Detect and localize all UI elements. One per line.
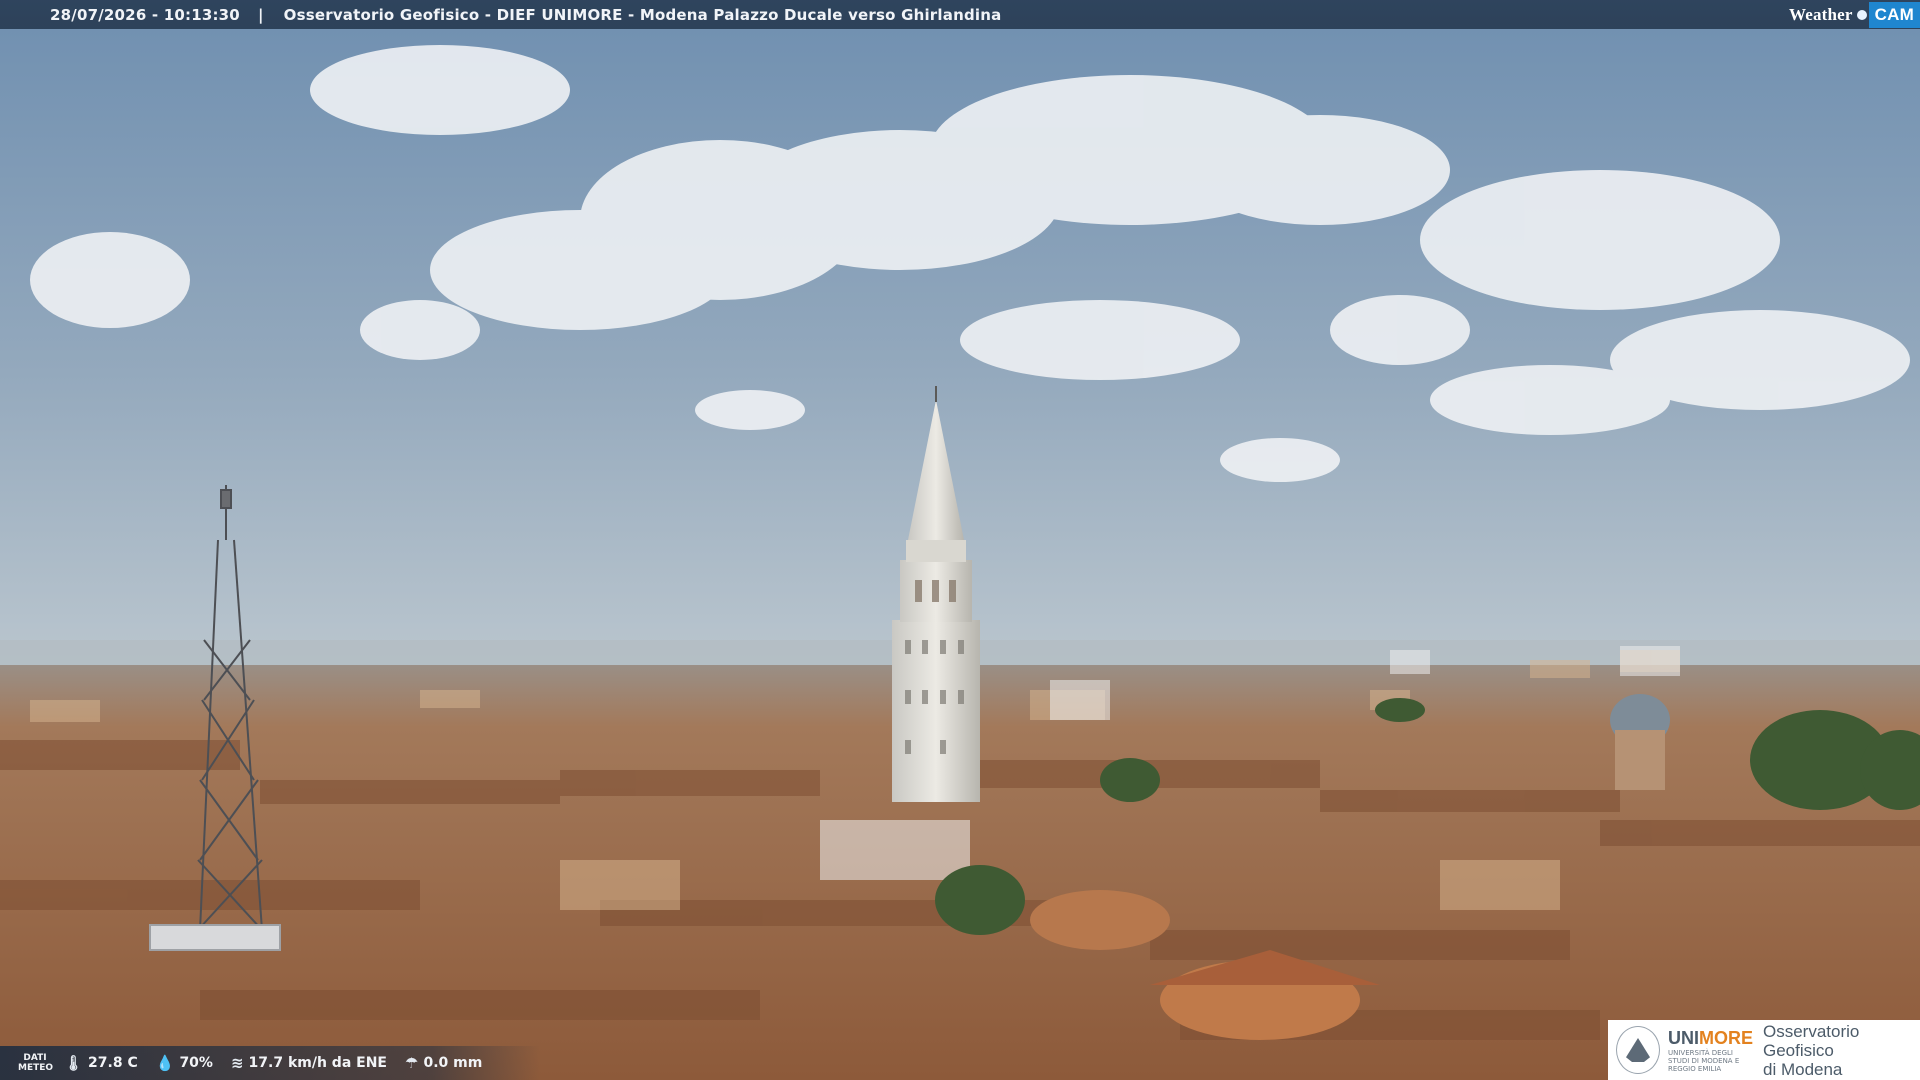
rain-reading: ☂ 0.0 mm [405, 1054, 482, 1072]
camera-caption: Osservatorio Geofisico - DIEF UNIMORE - … [283, 5, 1002, 24]
weathercam-logo: Weather CAM [1783, 0, 1920, 29]
unimore-prefix: UNI [1668, 1027, 1699, 1048]
unimore-suffix: MORE [1699, 1027, 1753, 1048]
observatory-name: Osservatorio Geofisico di Modena [1763, 1022, 1920, 1079]
unimore-subtitle: UNIVERSITÀ DEGLI STUDI DI MODENA E REGGI… [1668, 1048, 1740, 1073]
rain-value: 0.0 mm [423, 1055, 483, 1071]
brand-cam-text: CAM [1868, 1, 1920, 28]
webcam-photo [0, 0, 1920, 1080]
unimore-logo: UNIMORE UNIVERSITÀ DEGLI STUDI DI MODENA… [1608, 1020, 1920, 1080]
wind-value: 17.7 km/h da ENE [248, 1055, 387, 1071]
unimore-wordmark: UNIMORE UNIVERSITÀ DEGLI STUDI DI MODENA… [1668, 1028, 1753, 1073]
temperature-reading: 🌡 27.8 C [64, 1054, 138, 1072]
brand-globe-icon [1856, 9, 1867, 20]
observatory-line-1: Osservatorio Geofisico [1763, 1021, 1860, 1060]
rain-icon: ☂ [405, 1054, 419, 1072]
temperature-value: 27.8 C [88, 1055, 138, 1071]
wind-icon: ≋ [230, 1054, 244, 1072]
brand-weather-text: Weather [1788, 4, 1853, 24]
droplet-icon: 💧 [155, 1054, 175, 1072]
meteo-bar: DATI METEO 🌡 27.8 C 💧 70% ≋ 17.7 km/h da… [0, 1046, 540, 1080]
observatory-line-2: di Modena [1763, 1059, 1843, 1079]
humidity-value: 70% [179, 1055, 213, 1071]
meteo-label: DATI METEO [18, 1053, 54, 1073]
info-bar: 28/07/2026 - 10:13:30 | Osservatorio Geo… [0, 0, 1920, 29]
thermometer-icon: 🌡 [64, 1054, 84, 1072]
humidity-reading: 💧 70% [156, 1054, 213, 1072]
timestamp: 28/07/2026 - 10:13:30 [50, 5, 240, 24]
university-seal-icon [1616, 1026, 1660, 1074]
separator: | [257, 5, 264, 24]
wind-reading: ≋ 17.7 km/h da ENE [231, 1054, 387, 1072]
